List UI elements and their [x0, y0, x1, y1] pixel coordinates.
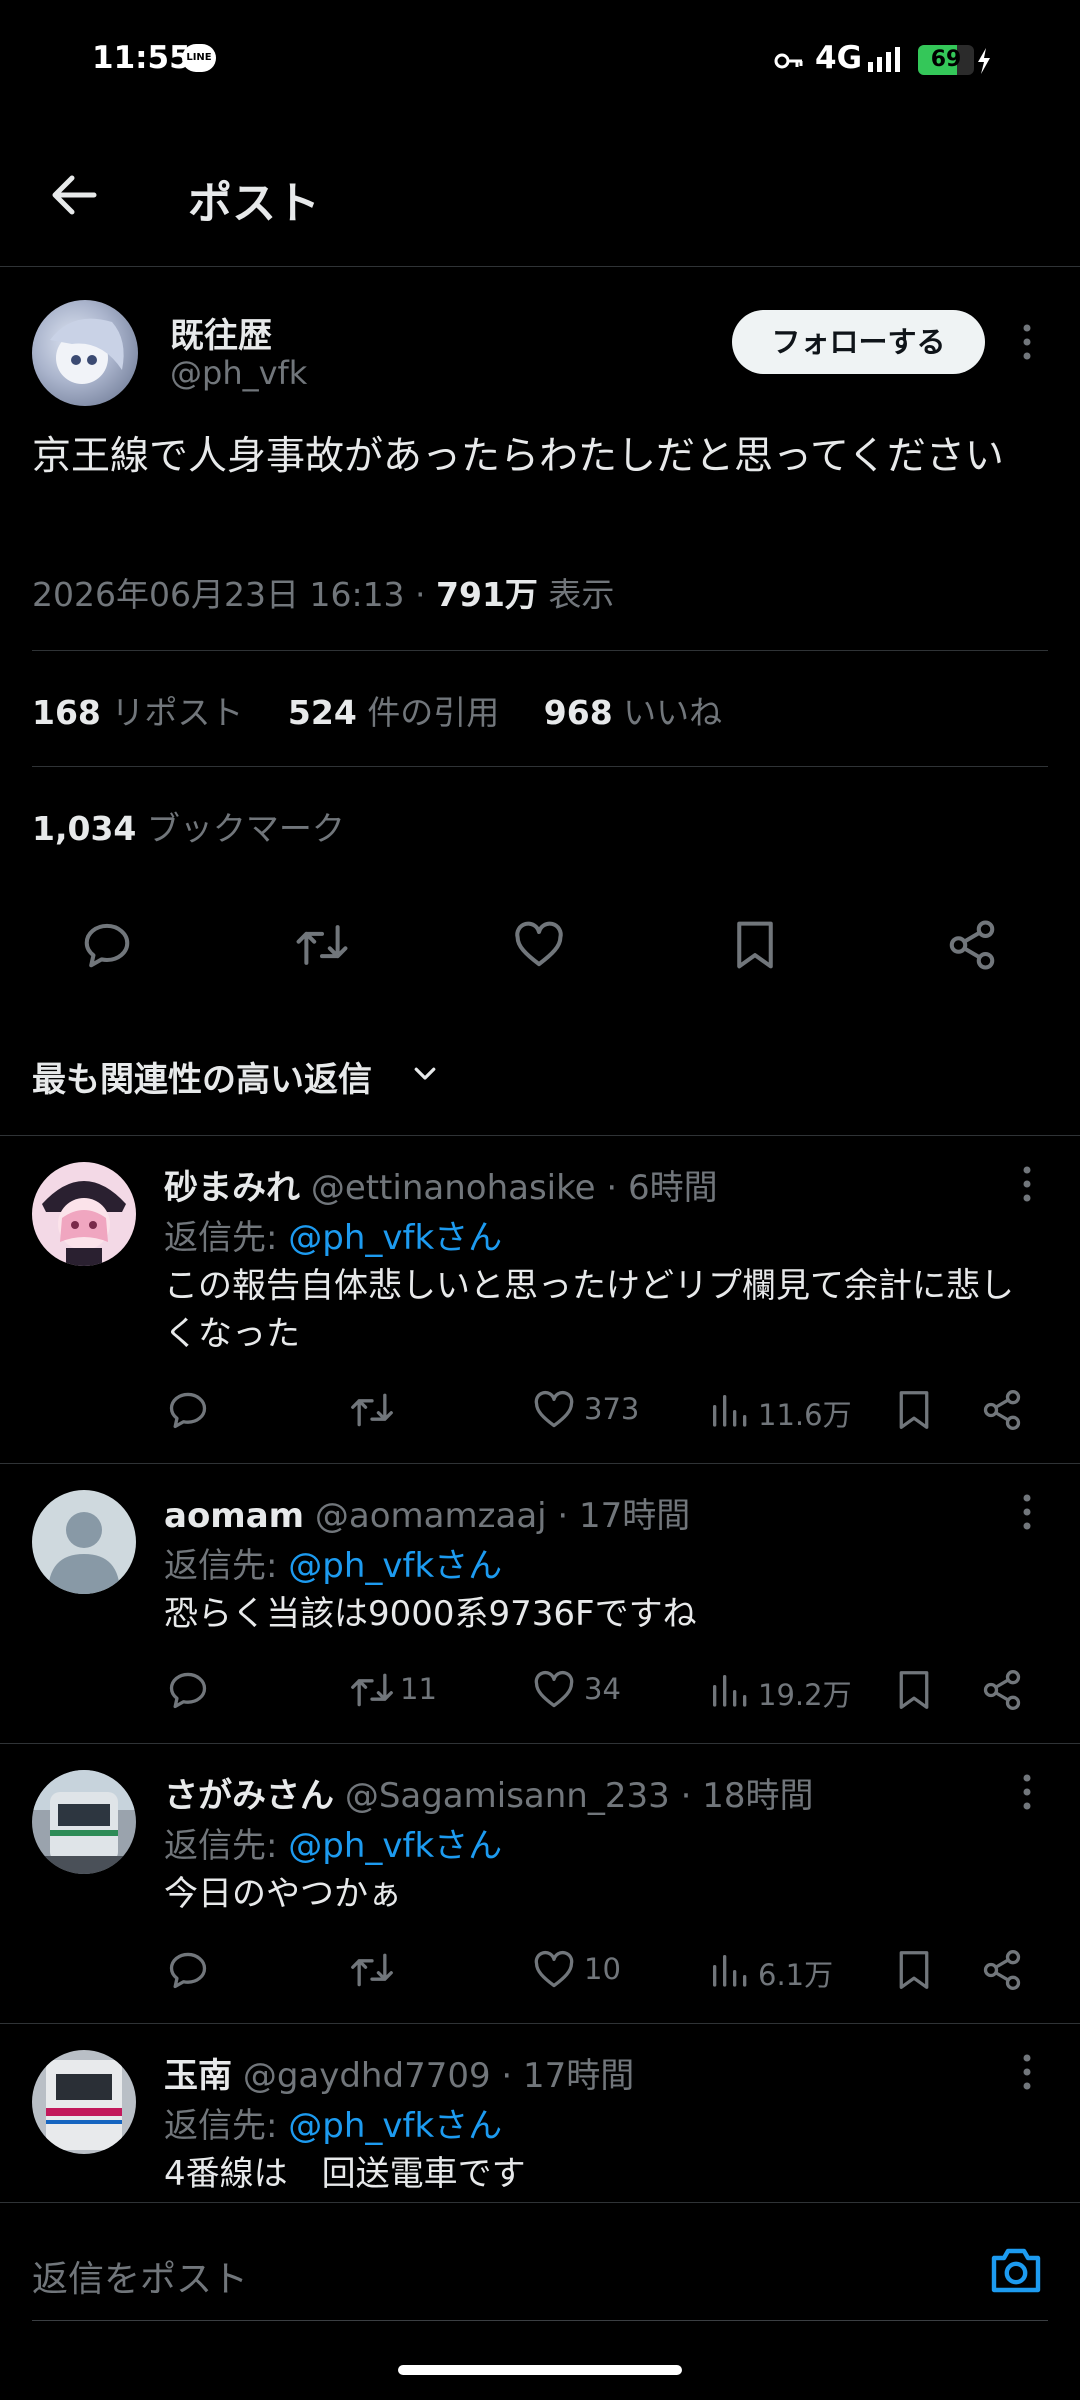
- view-count: 791万: [436, 575, 538, 614]
- views-chart-icon[interactable]: [708, 1388, 748, 1432]
- author-name[interactable]: 既往歴: [170, 308, 272, 357]
- likes-stat[interactable]: 968 いいね: [544, 693, 756, 732]
- more-options-icon[interactable]: [1015, 2052, 1039, 2092]
- repost-icon[interactable]: [348, 1948, 396, 1992]
- reposts-stat[interactable]: 168 リポスト: [32, 693, 277, 732]
- like-heart-icon[interactable]: [532, 1668, 576, 1712]
- view-count: 11.6万: [758, 1398, 852, 1432]
- reply-header: aomam @aomamzaaj · 17時間: [164, 1496, 691, 1536]
- bookmarks-stat[interactable]: 1,034 ブックマーク: [32, 802, 379, 850]
- status-bar: 11:55 LINE 4G 69: [0, 0, 1080, 124]
- replying-to: 返信先: @ph_vfkさん: [164, 2106, 503, 2146]
- home-indicator[interactable]: [398, 2365, 682, 2375]
- repost-count: 11: [400, 1672, 437, 1706]
- reply-icon[interactable]: [80, 918, 134, 972]
- charging-icon: [978, 48, 990, 74]
- composer-underline: [32, 2320, 1048, 2321]
- reply-icon[interactable]: [166, 1668, 210, 1712]
- view-count: 19.2万: [758, 1678, 852, 1712]
- sort-divider: [0, 1135, 1080, 1136]
- vpn-key-icon: [774, 53, 803, 69]
- more-options-icon[interactable]: [1015, 1492, 1039, 1532]
- line-app-icon: LINE: [182, 44, 216, 72]
- reply-divider: [0, 2023, 1080, 2024]
- like-count: 373: [584, 1392, 640, 1426]
- share-icon[interactable]: [980, 1388, 1024, 1432]
- reply-text: 恐らく当該は9000系9736Fですね: [164, 1594, 697, 1634]
- more-options-icon[interactable]: [1015, 322, 1039, 362]
- more-options-icon[interactable]: [1015, 1164, 1039, 1204]
- repost-icon[interactable]: [293, 918, 351, 972]
- reply-header: さがみさん @Sagamisann_233 · 18時間: [164, 1776, 814, 1816]
- bookmark-icon[interactable]: [894, 1948, 934, 1992]
- chevron-down-icon[interactable]: [410, 1058, 440, 1088]
- share-icon[interactable]: [980, 1668, 1024, 1712]
- reply-icon[interactable]: [166, 1948, 210, 1992]
- author-handle[interactable]: @ph_vfk: [170, 354, 307, 392]
- reply-input[interactable]: 返信をポスト: [32, 2250, 248, 2302]
- post-timestamp[interactable]: 2026年06月23日 16:13: [32, 575, 405, 614]
- battery-indicator: 69: [918, 45, 974, 75]
- reply-header: 玉南 @gaydhd7709 · 17時間: [164, 2056, 635, 2096]
- header-divider: [0, 266, 1080, 267]
- replying-to: 返信先: @ph_vfkさん: [164, 1826, 503, 1866]
- reply-divider: [0, 1743, 1080, 1744]
- back-arrow-icon[interactable]: [48, 170, 98, 220]
- replying-to: 返信先: @ph_vfkさん: [164, 1218, 503, 1258]
- share-icon[interactable]: [980, 1948, 1024, 1992]
- status-time: 11:55: [92, 40, 191, 76]
- repost-icon[interactable]: [348, 1668, 396, 1712]
- share-icon[interactable]: [945, 918, 999, 972]
- reply-avatar[interactable]: [32, 1162, 136, 1266]
- reply-text: 今日のやつかぁ: [164, 1874, 402, 1914]
- stats-divider: [32, 766, 1048, 767]
- page-title: ポスト: [188, 178, 320, 229]
- author-avatar[interactable]: [32, 300, 138, 406]
- reply-avatar[interactable]: [32, 1490, 136, 1594]
- bookmark-icon[interactable]: [894, 1388, 934, 1432]
- more-options-icon[interactable]: [1015, 1772, 1039, 1812]
- reply-avatar[interactable]: [32, 1770, 136, 1874]
- post-text: 京王線で人身事故があったらわたしだと思ってください: [32, 434, 1004, 479]
- network-type: 4G: [815, 40, 863, 76]
- bookmark-icon[interactable]: [894, 1668, 934, 1712]
- quotes-stat[interactable]: 524 件の引用: [288, 693, 533, 732]
- view-count: 6.1万: [758, 1958, 834, 1992]
- post-meta: 2026年06月23日 16:13 · 791万 表示: [32, 575, 615, 614]
- like-count: 10: [584, 1952, 621, 1986]
- replying-to: 返信先: @ph_vfkさん: [164, 1546, 503, 1586]
- views-chart-icon[interactable]: [708, 1948, 748, 1992]
- repost-icon[interactable]: [348, 1388, 396, 1432]
- bookmark-icon[interactable]: [730, 918, 780, 972]
- reply-header: 砂まみれ @ettinanohasike · 6時間: [164, 1168, 718, 1208]
- like-heart-icon[interactable]: [532, 1388, 576, 1432]
- reply-text: この報告自体悲しいと思ったけどリプ欄見て余計に悲しくなった: [164, 1266, 1014, 1354]
- reply-icon[interactable]: [166, 1388, 210, 1432]
- engagement-stats: 168 リポスト 524 件の引用 968 いいね: [32, 686, 756, 734]
- like-heart-icon[interactable]: [512, 918, 566, 972]
- reply-text: 4番線は 回送電車です: [164, 2154, 526, 2194]
- reply-divider: [0, 1463, 1080, 1464]
- views-chart-icon[interactable]: [708, 1668, 748, 1712]
- like-heart-icon[interactable]: [532, 1948, 576, 1992]
- camera-icon[interactable]: [988, 2244, 1044, 2296]
- reply-sort-selector[interactable]: 最も関連性の高い返信: [32, 1052, 372, 1101]
- reply-avatar[interactable]: [32, 2050, 136, 2154]
- meta-divider: [32, 650, 1048, 651]
- like-count: 34: [584, 1672, 621, 1706]
- follow-button[interactable]: フォローする: [732, 310, 985, 374]
- signal-icon: [868, 47, 900, 72]
